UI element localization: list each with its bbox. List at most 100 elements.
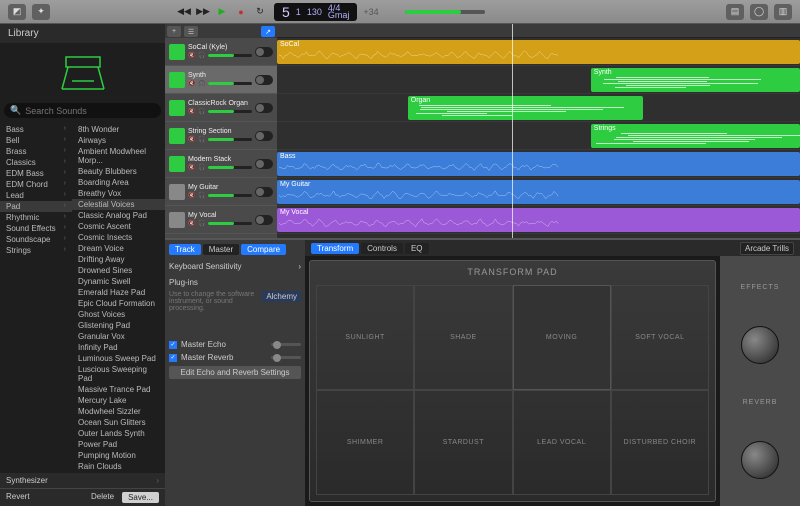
preset-item[interactable]: Rain Clouds bbox=[72, 461, 165, 472]
track-header[interactable]: String Section🔇🎧 bbox=[165, 122, 277, 150]
preset-item[interactable]: Classic Analog Pad bbox=[72, 210, 165, 221]
synth-chip[interactable]: Synthesizer bbox=[6, 476, 48, 485]
preset-item[interactable]: Celestial Voices bbox=[72, 199, 165, 210]
preset-item[interactable]: Pumping Motion bbox=[72, 450, 165, 461]
transform-pad-cell[interactable]: SUNLIGHT bbox=[316, 285, 414, 390]
rewind-button[interactable]: ◀◀ bbox=[176, 5, 192, 19]
track-enable-toggle[interactable] bbox=[255, 215, 273, 225]
category-item[interactable]: Sound Effects› bbox=[0, 223, 72, 234]
preset-item[interactable]: Luscious Sweeping Pad bbox=[72, 364, 165, 384]
preset-item[interactable]: Cosmic Insects bbox=[72, 232, 165, 243]
preset-item[interactable]: Modwheel Sizzler bbox=[72, 406, 165, 417]
category-item[interactable]: Brass› bbox=[0, 146, 72, 157]
preset-select[interactable]: Arcade Trills bbox=[740, 242, 794, 255]
preset-item[interactable]: Airways bbox=[72, 135, 165, 146]
track-lane[interactable]: My Guitar bbox=[277, 178, 800, 206]
lcd-display[interactable]: 5 1 130 4/4 Gmaj bbox=[274, 3, 357, 21]
preset-item[interactable]: Granular Vox bbox=[72, 331, 165, 342]
volume-slider[interactable] bbox=[208, 54, 252, 57]
track-view-button[interactable]: ☰ bbox=[184, 26, 198, 37]
preset-item[interactable]: Ocean Sun Glitters bbox=[72, 417, 165, 428]
mute-icon[interactable]: 🔇 bbox=[188, 136, 196, 144]
region[interactable]: My Guitar bbox=[277, 180, 800, 204]
preset-item[interactable]: Boarding Area bbox=[72, 177, 165, 188]
preset-item[interactable]: 8th Wonder bbox=[72, 124, 165, 135]
preset-item[interactable]: Drifting Away bbox=[72, 254, 165, 265]
master-volume-slider[interactable] bbox=[405, 10, 485, 14]
mute-icon[interactable]: 🔇 bbox=[188, 80, 196, 88]
track-lane[interactable]: My Vocal bbox=[277, 206, 800, 234]
track-enable-toggle[interactable] bbox=[255, 131, 273, 141]
play-button[interactable]: ▶ bbox=[214, 5, 230, 19]
mute-icon[interactable]: 🔇 bbox=[188, 220, 196, 228]
tab-controls[interactable]: Controls bbox=[361, 243, 403, 254]
arrangement-area[interactable]: SoCal Synth Organ Strings Bass My Guitar My Vo… bbox=[277, 24, 800, 238]
tab-transform[interactable]: Transform bbox=[311, 243, 359, 254]
keyboard-sensitivity[interactable]: Keyboard Sensitivity bbox=[169, 262, 241, 271]
search-input[interactable] bbox=[25, 106, 155, 116]
quick-help-button[interactable]: ✦ bbox=[32, 4, 50, 20]
master-echo-checkbox[interactable]: ✓Master Echo bbox=[169, 340, 301, 349]
volume-slider[interactable] bbox=[208, 194, 252, 197]
track-header[interactable]: Modern Stack🔇🎧 bbox=[165, 150, 277, 178]
playhead[interactable] bbox=[512, 24, 513, 238]
preset-item[interactable]: Dream Voice bbox=[72, 243, 165, 254]
notepad-button[interactable]: ▤ bbox=[726, 4, 744, 20]
preset-item[interactable]: Luminous Sweep Pad bbox=[72, 353, 165, 364]
region[interactable]: Synth bbox=[591, 68, 800, 92]
record-button[interactable]: ● bbox=[233, 5, 249, 19]
preset-item[interactable]: Mercury Lake bbox=[72, 395, 165, 406]
category-item[interactable]: EDM Bass› bbox=[0, 168, 72, 179]
transform-pad-cell[interactable]: SHIMMER bbox=[316, 390, 414, 495]
category-item[interactable]: Soundscape› bbox=[0, 234, 72, 245]
transform-pad-cell[interactable]: STARDUST bbox=[414, 390, 512, 495]
preset-item[interactable]: Epic Cloud Formation bbox=[72, 298, 165, 309]
plugin-slot[interactable]: Alchemy bbox=[262, 291, 301, 302]
search-field[interactable]: 🔍 bbox=[4, 103, 161, 118]
solo-icon[interactable]: 🎧 bbox=[198, 192, 206, 200]
track-lane[interactable]: Synth bbox=[277, 66, 800, 94]
transform-pad-cell[interactable]: DISTURBED CHOIR bbox=[611, 390, 709, 495]
tab-eq[interactable]: EQ bbox=[405, 243, 429, 254]
region[interactable]: Strings bbox=[591, 124, 800, 148]
preset-item[interactable]: Cosmic Ascent bbox=[72, 221, 165, 232]
track-lane[interactable]: Strings bbox=[277, 122, 800, 150]
save-button[interactable]: Save... bbox=[122, 492, 159, 503]
preset-item[interactable]: Infinity Pad bbox=[72, 342, 165, 353]
preset-item[interactable]: Ghost Voices bbox=[72, 309, 165, 320]
mute-icon[interactable]: 🔇 bbox=[188, 108, 196, 116]
region[interactable]: My Vocal bbox=[277, 208, 800, 232]
volume-slider[interactable] bbox=[208, 222, 252, 225]
preset-item[interactable]: Massive Trance Pad bbox=[72, 384, 165, 395]
preset-item[interactable]: Glistening Pad bbox=[72, 320, 165, 331]
track-enable-toggle[interactable] bbox=[255, 187, 273, 197]
region[interactable]: SoCal bbox=[277, 40, 800, 64]
category-item[interactable]: EDM Chord› bbox=[0, 179, 72, 190]
forward-button[interactable]: ▶▶ bbox=[195, 5, 211, 19]
library-toggle-button[interactable]: ◩ bbox=[8, 4, 26, 20]
volume-slider[interactable] bbox=[208, 110, 252, 113]
category-item[interactable]: Bell› bbox=[0, 135, 72, 146]
loop-browser-button[interactable]: ◯ bbox=[750, 4, 768, 20]
track-lane[interactable]: SoCal bbox=[277, 38, 800, 66]
track-header[interactable]: My Vocal🔇🎧 bbox=[165, 206, 277, 234]
volume-slider[interactable] bbox=[208, 138, 252, 141]
solo-icon[interactable]: 🎧 bbox=[198, 108, 206, 116]
category-item[interactable]: Classics› bbox=[0, 157, 72, 168]
transform-pad-cell[interactable]: LEAD VOCAL bbox=[513, 390, 611, 495]
preset-item[interactable]: Beauty Blubbers bbox=[72, 166, 165, 177]
track-enable-toggle[interactable] bbox=[255, 159, 273, 169]
mute-icon[interactable]: 🔇 bbox=[188, 52, 196, 60]
ruler[interactable] bbox=[277, 24, 800, 38]
effects-knob[interactable] bbox=[741, 326, 779, 364]
echo-slider[interactable] bbox=[271, 343, 301, 346]
region[interactable]: Bass bbox=[277, 152, 800, 176]
automation-button[interactable]: ↗ bbox=[261, 26, 275, 37]
track-lane[interactable]: Organ bbox=[277, 94, 800, 122]
category-item[interactable]: Bass› bbox=[0, 124, 72, 135]
add-track-button[interactable]: + bbox=[167, 26, 181, 37]
tab-master[interactable]: Master bbox=[203, 244, 239, 255]
region[interactable]: Organ bbox=[408, 96, 643, 120]
preset-item[interactable]: Emerald Haze Pad bbox=[72, 287, 165, 298]
preset-item[interactable]: Dynamic Swell bbox=[72, 276, 165, 287]
